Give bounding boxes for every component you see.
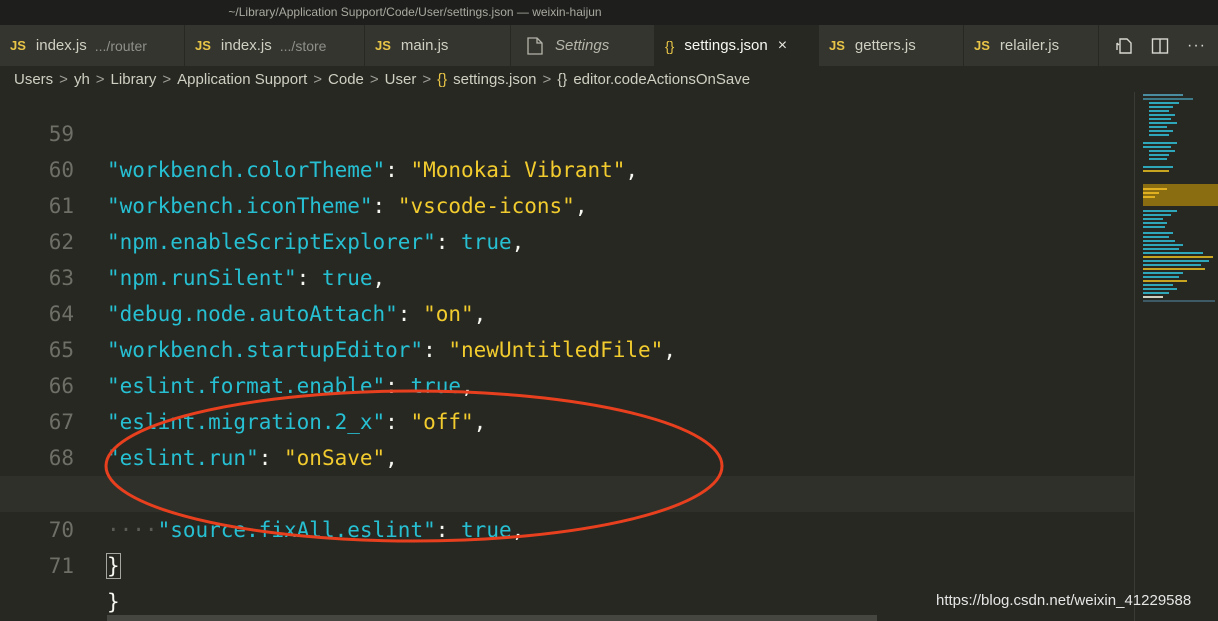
js-file-icon: JS [829, 38, 845, 53]
chevron-right-icon: > [95, 70, 105, 88]
code-line: 66 "eslint.migration.2_x": "off", [0, 332, 1134, 434]
chevron-right-icon: > [59, 70, 68, 88]
chevron-right-icon: > [542, 70, 552, 88]
tab-settings[interactable]: Settings [511, 25, 655, 66]
code-line: 68 "editor.codeActionsOnSave": { [0, 404, 1134, 507]
tab-label: main.js [400, 37, 449, 54]
js-file-icon: JS [375, 38, 391, 53]
code-line: 69 ····"source.fixAll.eslint": true, [0, 440, 1134, 542]
tab-relailer-js[interactable]: JS relailer.js [964, 25, 1099, 66]
code-line: 65 "eslint.format.enable": true, [0, 296, 1134, 398]
horizontal-scrollbar[interactable] [107, 615, 877, 621]
line-number: 71 [48, 554, 74, 578]
tab-label: index.js [35, 37, 87, 54]
tab-label: relailer.js [999, 37, 1060, 54]
open-changes-icon[interactable] [1115, 37, 1133, 55]
tab-main-js[interactable]: JS main.js [365, 25, 511, 66]
window-title: ~/Library/Application Support/Code/User/… [228, 5, 602, 19]
code-line: 60 "workbench.iconTheme": "vscode-icons"… [0, 116, 1134, 218]
breadcrumb-file[interactable]: settings.json [453, 71, 536, 88]
code-line-current: 70 } [0, 476, 1134, 579]
code-line: 71 } [0, 512, 1134, 614]
code-line: 62 "npm.runSilent": true, [0, 188, 1134, 290]
chevron-right-icon: > [369, 70, 379, 88]
tab-label: settings.json [684, 37, 768, 54]
code-line: 64 "workbench.startupEditor": "newUntitl… [0, 260, 1134, 362]
tab-index-js-store[interactable]: JS index.js .../store [185, 25, 365, 66]
tab-label: getters.js [854, 37, 916, 54]
tab-index-js-router[interactable]: JS index.js .../router [0, 25, 185, 66]
tab-hint: .../router [94, 37, 147, 54]
breadcrumb-item[interactable]: Library [111, 71, 157, 88]
breadcrumb: Users > yh > Library > Application Suppo… [0, 66, 1218, 92]
code-line: 61 "npm.enableScriptExplorer": true, [0, 152, 1134, 254]
close-icon[interactable]: × [778, 37, 787, 55]
tab-label: Settings [555, 37, 610, 54]
code-text: } [106, 548, 121, 584]
tab-hint: .../store [279, 37, 327, 54]
js-file-icon: JS [974, 38, 990, 53]
tab-getters-js[interactable]: JS getters.js [819, 25, 964, 66]
chevron-right-icon: > [313, 70, 323, 88]
breadcrumb-item[interactable]: Code [328, 71, 364, 88]
chevron-right-icon: > [162, 70, 172, 88]
breadcrumb-item[interactable]: Users [14, 71, 53, 88]
watermark: https://blog.csdn.net/weixin_41229588 [936, 592, 1192, 609]
json-file-icon: {} [437, 70, 448, 88]
js-file-icon: JS [195, 38, 211, 53]
js-file-icon: JS [10, 38, 26, 53]
code-line: 67 "eslint.run": "onSave", [0, 368, 1134, 470]
editor-actions: ··· [1115, 25, 1218, 66]
split-editor-icon[interactable] [1151, 37, 1169, 55]
minimap[interactable] [1134, 92, 1218, 621]
breadcrumb-item[interactable]: yh [74, 71, 90, 88]
chevron-right-icon: > [422, 70, 432, 88]
code-editor[interactable]: 59 "workbench.colorTheme": "Monokai Vibr… [0, 92, 1134, 621]
breadcrumb-item[interactable]: User [385, 71, 417, 88]
tab-settings-json[interactable]: {} settings.json × [655, 25, 819, 66]
json-file-icon: {} [665, 37, 675, 54]
title-bar: ~/Library/Application Support/Code/User/… [0, 0, 1218, 25]
more-actions-icon[interactable]: ··· [1187, 37, 1206, 55]
breadcrumb-symbol[interactable]: editor.codeActionsOnSave [573, 71, 750, 88]
code-line: 63 "debug.node.autoAttach": "on", [0, 224, 1134, 326]
tab-label: index.js [220, 37, 272, 54]
breadcrumb-item[interactable]: Application Support [177, 71, 307, 88]
object-symbol-icon: {} [557, 70, 568, 88]
bracket-match-close: } [106, 553, 121, 579]
code-line: 59 "workbench.colorTheme": "Monokai Vibr… [0, 92, 1134, 182]
document-icon [527, 36, 543, 55]
tab-bar: JS index.js .../router JS index.js .../s… [0, 25, 1218, 66]
